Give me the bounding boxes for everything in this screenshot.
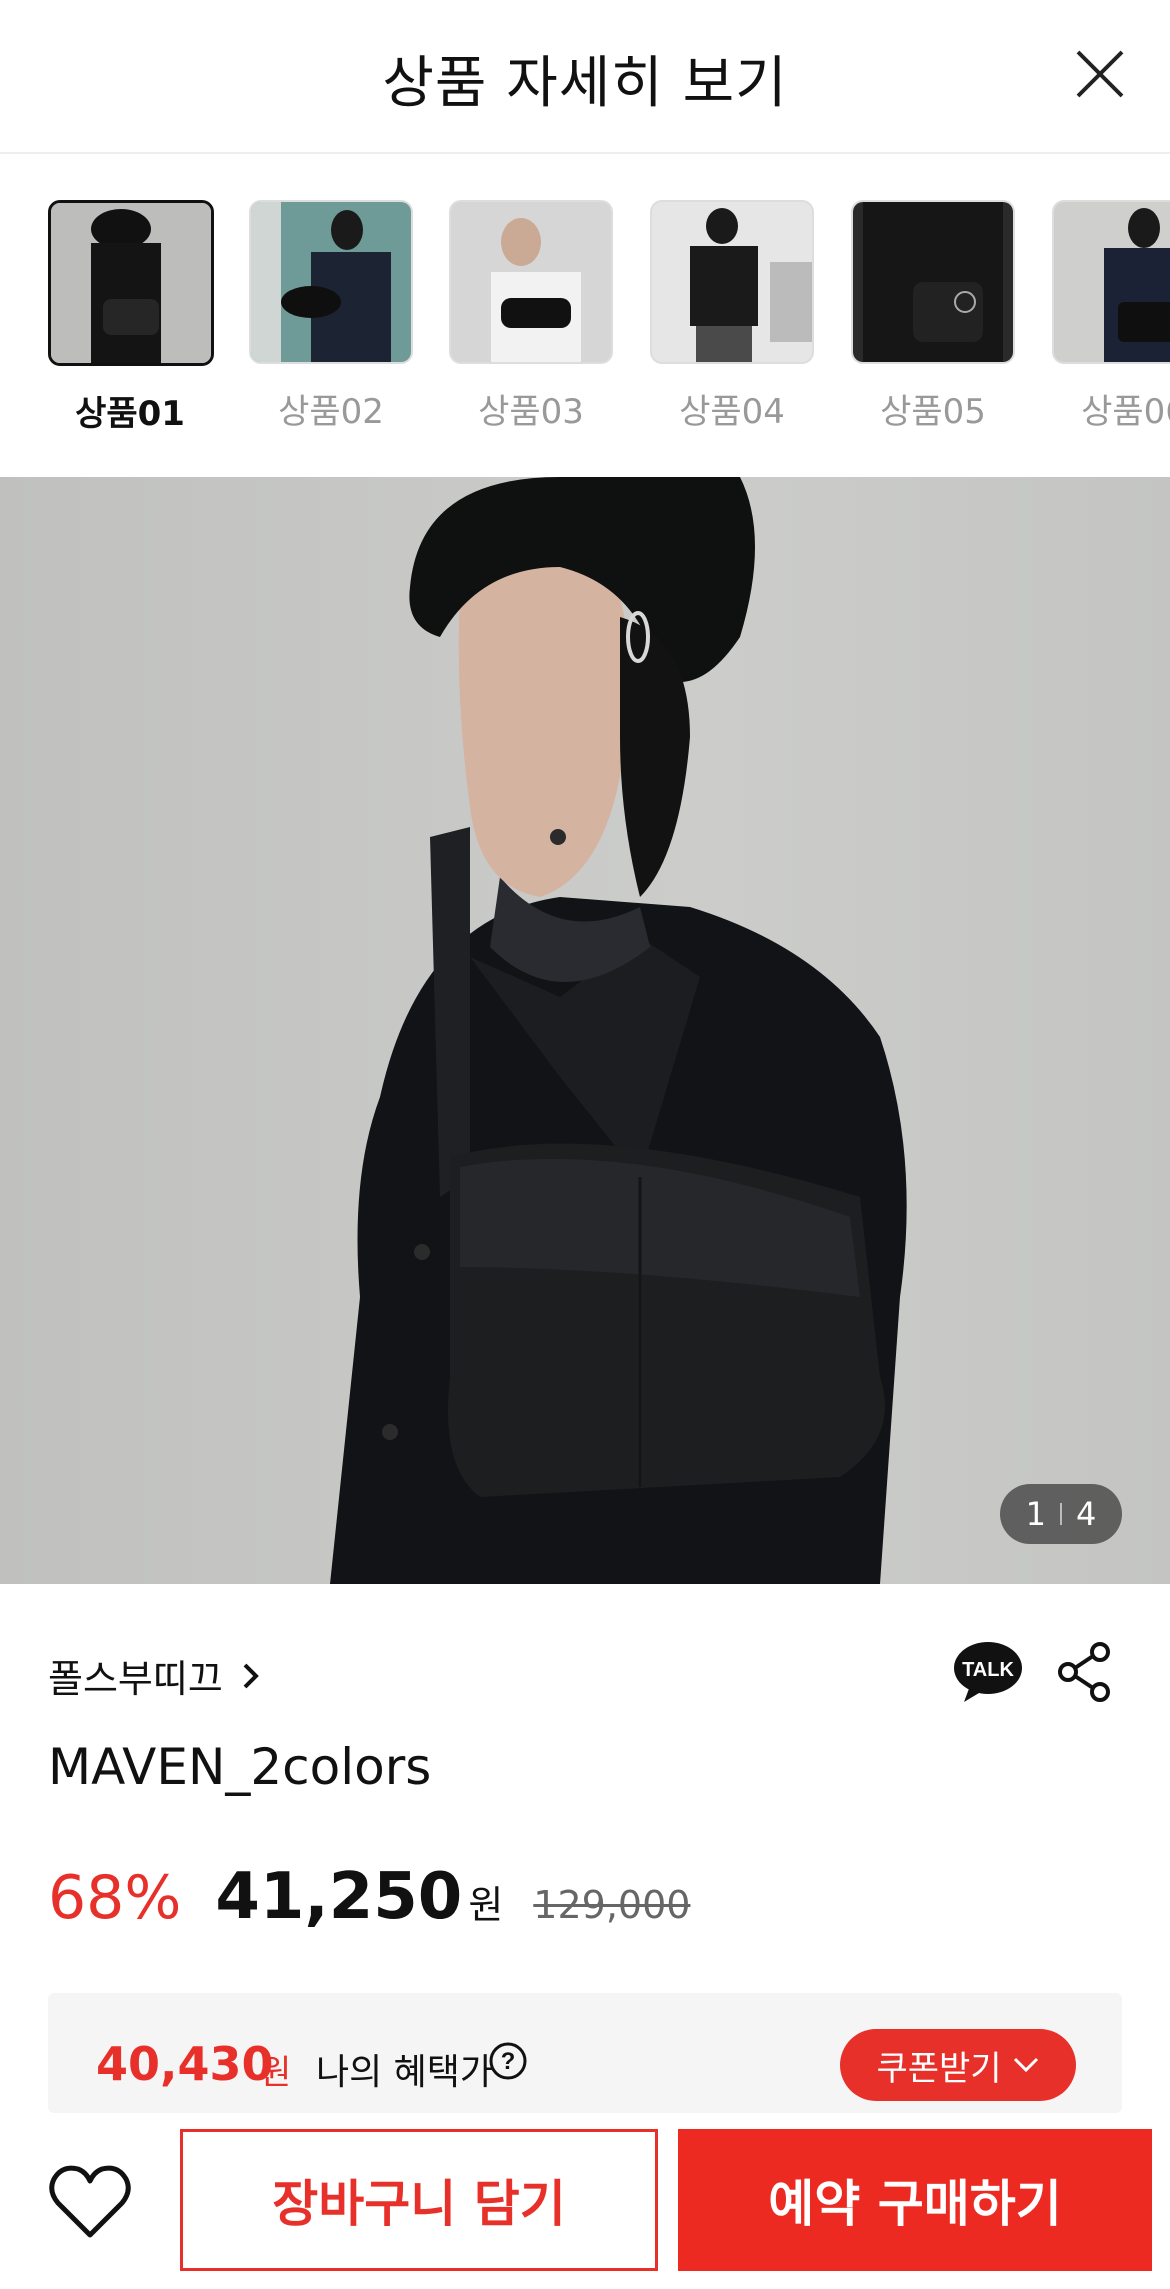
heart-icon[interactable]: [48, 2163, 132, 2243]
chevron-down-icon: [1013, 2057, 1038, 2073]
price-row: 68% 41,250 원 129,000: [48, 1860, 690, 1934]
thumbnail-item[interactable]: 상품03: [449, 200, 613, 433]
get-coupon-button[interactable]: 쿠폰받기: [840, 2029, 1076, 2101]
counter-divider: [1060, 1503, 1062, 1525]
thumbnail-label: 상품03: [478, 392, 584, 432]
sale-price: 41,250: [215, 1860, 463, 1934]
share-icon[interactable]: [1054, 1640, 1114, 1704]
thumbnail-item[interactable]: 상품04: [650, 200, 814, 433]
brand-link[interactable]: 폴스부띠끄: [48, 1648, 261, 1703]
thumbnail-label: 상품04: [679, 392, 785, 432]
page-title: 상품 자세히 보기: [382, 51, 788, 116]
svg-text:?: ?: [501, 2048, 516, 2075]
thumbnail-strip: 상품01 상품02 상품03 상품04 상품05 상품06: [0, 200, 1170, 440]
thumbnail-label: 상품06: [1081, 392, 1170, 432]
chevron-right-icon: [243, 1663, 259, 1688]
image-counter: 1 4: [1000, 1484, 1122, 1544]
thumbnail-image: [249, 200, 413, 364]
thumbnail-image: [48, 200, 214, 366]
bottom-action-bar: 장바구니 담기 예약 구매하기: [0, 2113, 1170, 2289]
benefit-price: 40,430: [96, 2037, 274, 2091]
top-header: 상품 자세히 보기: [0, 0, 1170, 154]
thumbnail-item[interactable]: 상품05: [851, 200, 1015, 433]
product-main-image[interactable]: [0, 477, 1170, 1584]
thumbnail-image: [1052, 200, 1170, 364]
discount-rate: 68%: [48, 1863, 182, 1933]
thumbnail-item[interactable]: 상품06: [1052, 200, 1170, 433]
help-icon[interactable]: ?: [488, 2041, 528, 2081]
close-icon[interactable]: [1070, 44, 1130, 104]
add-to-cart-button[interactable]: 장바구니 담기: [180, 2129, 658, 2271]
product-name: MAVEN_2colors: [48, 1738, 432, 1796]
benefit-label: 나의 혜택가: [316, 2052, 494, 2093]
thumbnail-image: [650, 200, 814, 364]
currency-unit: 원: [468, 1883, 504, 1927]
thumbnail-item[interactable]: 상품02: [249, 200, 413, 433]
coupon-button-label: 쿠폰받기: [876, 2048, 1002, 2089]
thumbnail-label: 상품01: [75, 394, 185, 434]
thumbnail-image: [851, 200, 1015, 364]
reserve-purchase-button[interactable]: 예약 구매하기: [678, 2129, 1152, 2271]
original-price: 129,000: [533, 1883, 691, 1927]
thumbnail-image: [449, 200, 613, 364]
kakao-talk-icon[interactable]: TALK: [952, 1640, 1024, 1704]
thumbnail-label: 상품02: [278, 392, 384, 432]
benefit-currency: 원: [260, 2053, 292, 2093]
current-image-index: 1: [1025, 1495, 1046, 1533]
thumbnail-item[interactable]: 상품01: [48, 200, 214, 435]
total-images: 4: [1076, 1495, 1097, 1533]
thumbnail-label: 상품05: [880, 392, 986, 432]
benefit-price-box: 40,430 원 나의 혜택가 ? 쿠폰받기: [48, 1993, 1122, 2113]
svg-text:TALK: TALK: [962, 1659, 1014, 1681]
brand-name: 폴스부띠끄: [48, 1657, 223, 1701]
